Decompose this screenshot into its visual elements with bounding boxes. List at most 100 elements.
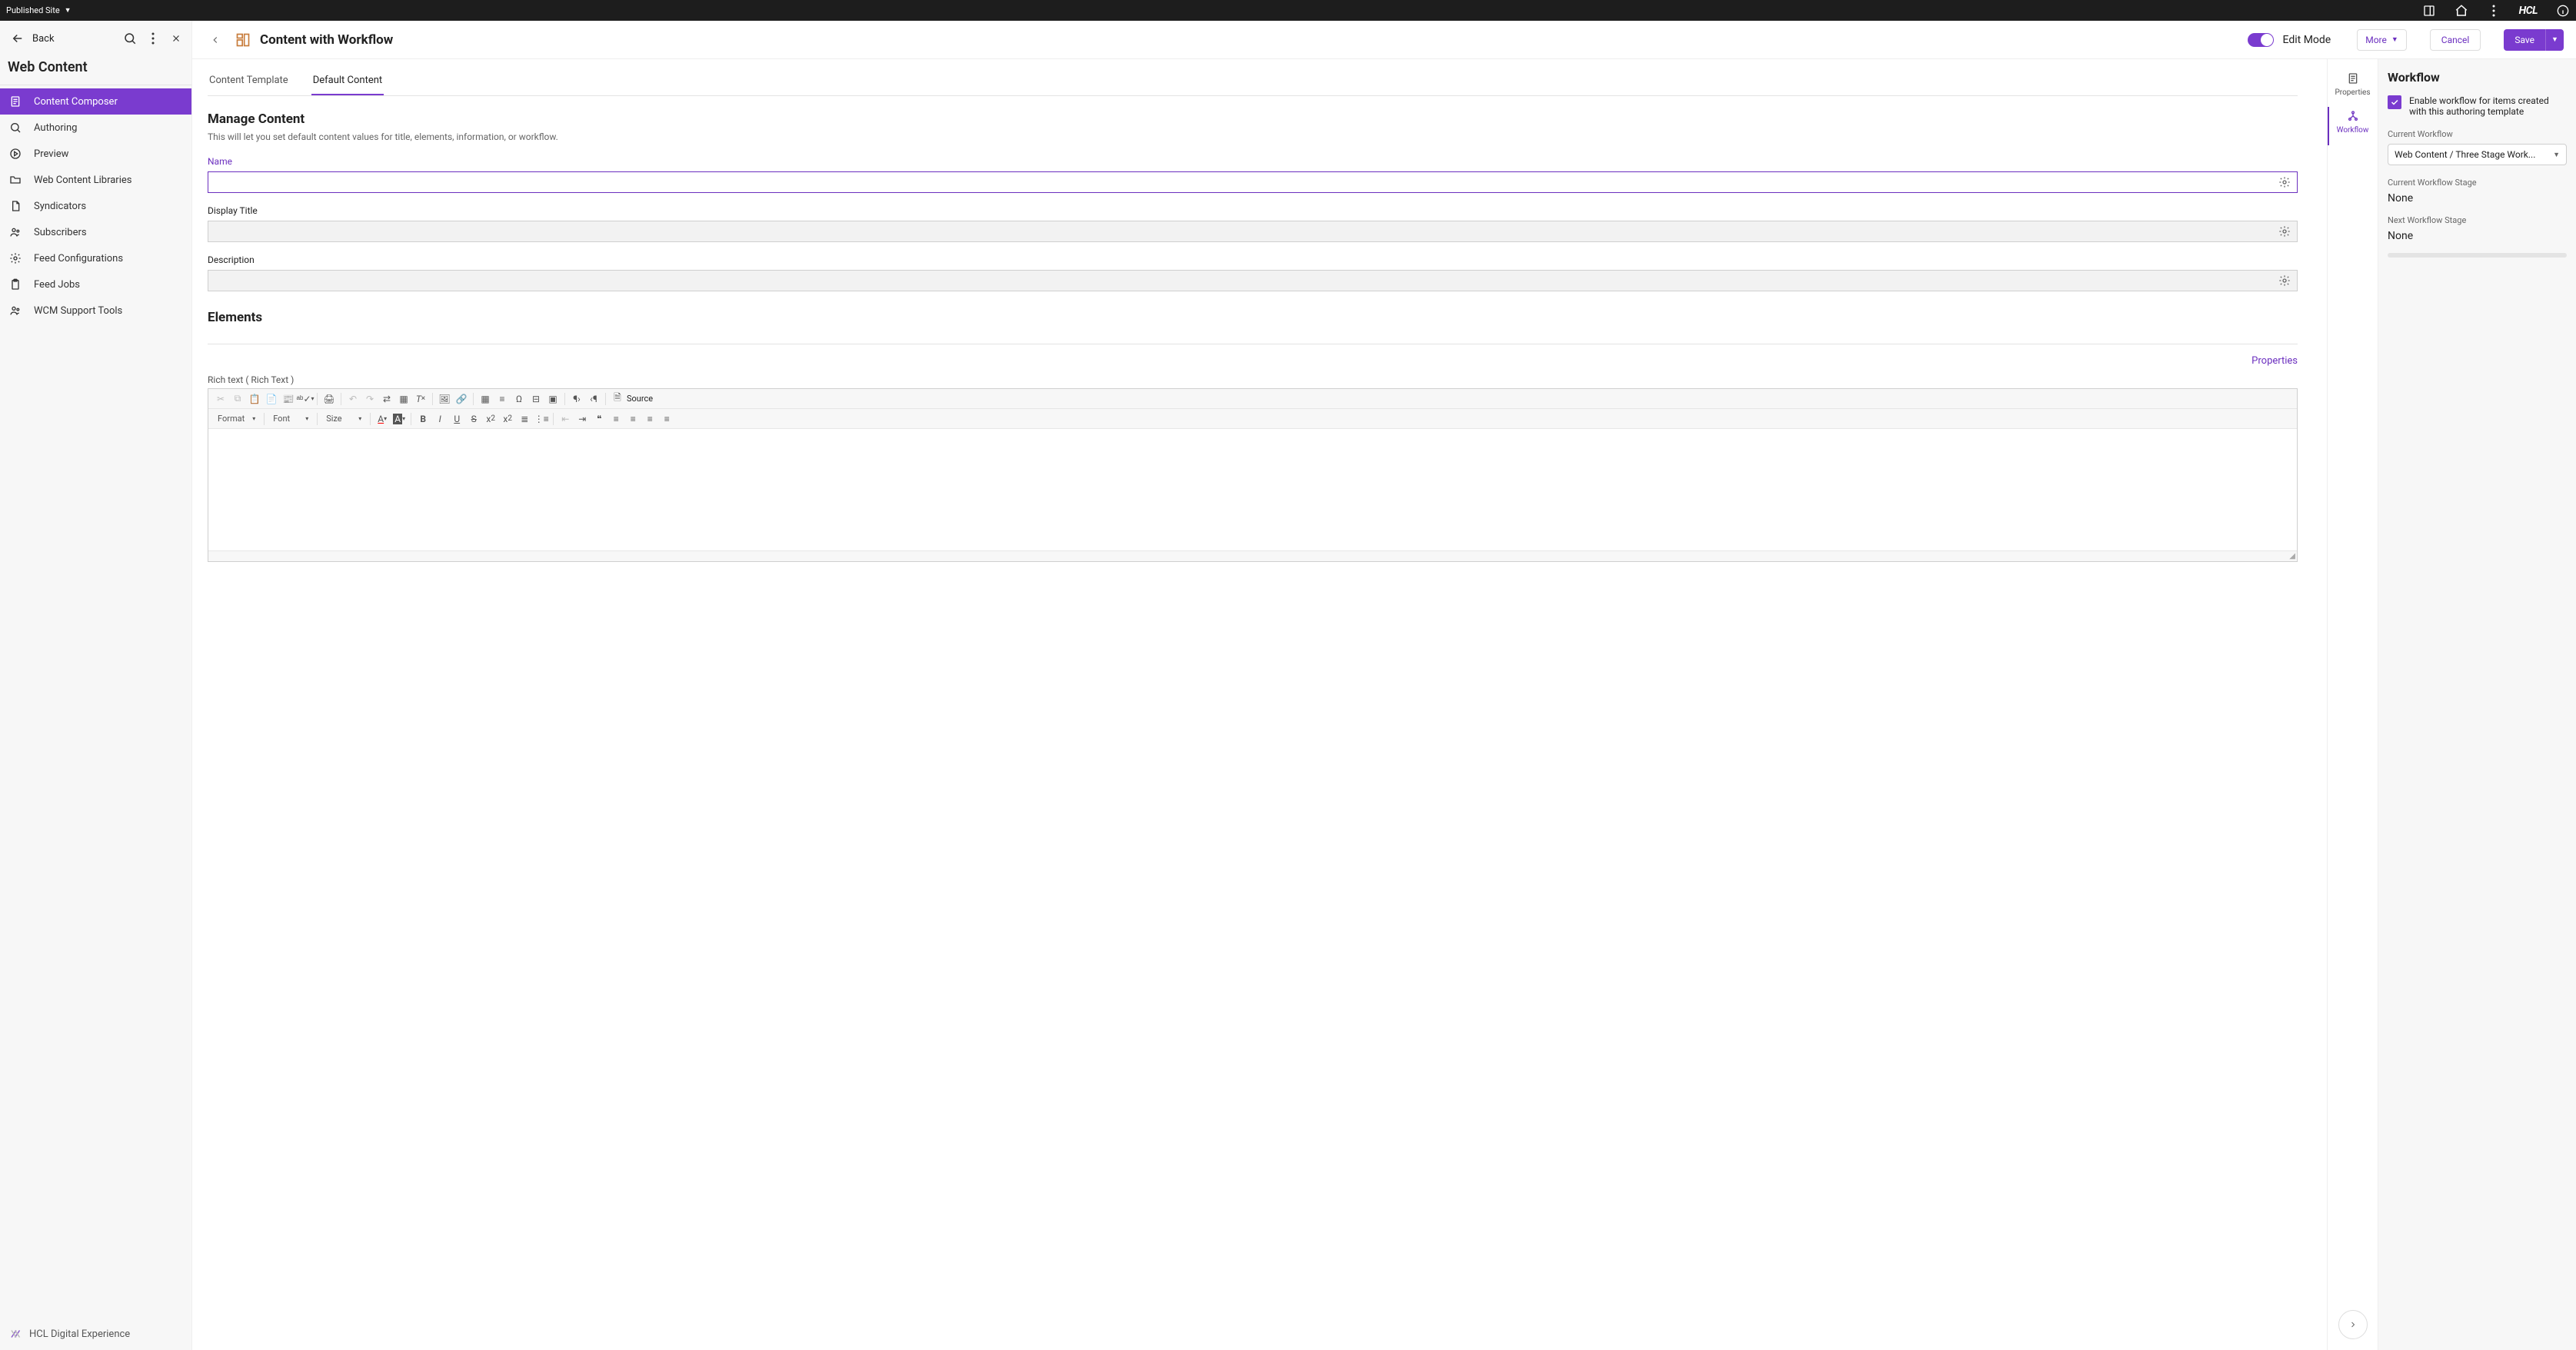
tab-label: Content Template (209, 75, 288, 86)
format-select[interactable]: Format▾ (213, 411, 260, 427)
indent-icon[interactable]: ⇥ (574, 411, 590, 427)
name-input[interactable] (213, 172, 2277, 192)
sidebar-item-feed-config[interactable]: Feed Configurations (0, 245, 191, 271)
outdent-icon[interactable]: ⇤ (557, 411, 573, 427)
chevron-down-icon: ▼ (2553, 151, 2560, 159)
ol-icon[interactable]: ≣ (517, 411, 532, 427)
name-settings-button[interactable] (2277, 175, 2292, 190)
richtext-editor: ✂ ⧉ 📋 📄 📰 ᵃᵇ✓▾ 🖨 ↶ ↷ ⇄ ▦ T× (208, 388, 2298, 562)
home-icon[interactable] (2455, 4, 2468, 18)
file-icon (8, 198, 23, 214)
folder-icon (8, 172, 23, 188)
workflow-heading: Workflow (2388, 70, 2567, 85)
select-all-icon[interactable]: ▦ (396, 391, 411, 407)
copy-icon[interactable]: ⧉ (230, 391, 245, 407)
align-right-icon[interactable]: ≡ (642, 411, 657, 427)
remove-format-icon[interactable]: T× (413, 391, 428, 407)
description-input[interactable] (213, 271, 2277, 291)
tab-content-template[interactable]: Content Template (208, 67, 290, 95)
sidebar-item-subscribers[interactable]: Subscribers (0, 219, 191, 245)
display-title-label: Display Title (208, 205, 2298, 216)
italic-icon[interactable]: I (432, 411, 448, 427)
size-select[interactable]: Size▾ (321, 411, 366, 427)
expand-panel-button[interactable] (2338, 1310, 2368, 1339)
tab-label: Default Content (313, 75, 382, 86)
iframe-icon[interactable]: ▣ (545, 391, 561, 407)
panel-icon[interactable] (2422, 4, 2436, 18)
cancel-button[interactable]: Cancel (2430, 29, 2481, 51)
description-settings-button[interactable] (2277, 273, 2292, 288)
search-icon[interactable] (122, 31, 138, 46)
sidebar-item-authoring[interactable]: Authoring (0, 115, 191, 141)
sidebar-item-support-tools[interactable]: WCM Support Tools (0, 298, 191, 324)
sidebar-item-syndicators[interactable]: Syndicators (0, 193, 191, 219)
font-select[interactable]: Font▾ (268, 411, 313, 427)
blockquote-icon[interactable]: ❝ (591, 411, 607, 427)
print-icon[interactable]: 🖨 (321, 391, 337, 407)
edit-mode-toggle[interactable] (2248, 33, 2274, 47)
more-vert-icon[interactable] (145, 31, 161, 46)
superscript-icon[interactable]: x2 (500, 411, 515, 427)
format-label: Format (218, 414, 245, 424)
underline-icon[interactable]: U (449, 411, 464, 427)
resize-grip-icon[interactable]: ◢ (2289, 552, 2295, 560)
back-button[interactable]: Back (11, 32, 55, 45)
save-button[interactable]: Save (2504, 29, 2545, 51)
element-properties-link[interactable]: Properties (208, 355, 2298, 367)
enable-workflow-checkbox[interactable] (2388, 95, 2401, 109)
ltr-icon[interactable]: ¶› (569, 391, 584, 407)
current-workflow-select[interactable]: Web Content / Three Stage Work... ▼ (2388, 144, 2567, 165)
midnav-workflow[interactable]: Workflow (2328, 103, 2378, 141)
image-icon[interactable]: 🖼 (437, 391, 452, 407)
undo-icon[interactable]: ↶ (345, 391, 361, 407)
rtl-icon[interactable]: ‹¶ (586, 391, 601, 407)
more-vert-icon[interactable] (2487, 4, 2501, 18)
sidebar-item-preview[interactable]: Preview (0, 141, 191, 167)
align-center-icon[interactable]: ≡ (625, 411, 641, 427)
more-button[interactable]: More ▼ (2357, 29, 2407, 51)
sidebar-item-libraries[interactable]: Web Content Libraries (0, 167, 191, 193)
sidebar-footer: HCL Digital Experience (0, 1318, 191, 1350)
textcolor-icon[interactable]: A▾ (374, 411, 390, 427)
sidebar-item-label: Web Content Libraries (34, 175, 131, 186)
info-icon[interactable] (2556, 4, 2570, 18)
spellcheck-icon[interactable]: ᵃᵇ✓▾ (298, 391, 313, 407)
pagebreak-icon[interactable]: ⊟ (528, 391, 544, 407)
published-site-selector[interactable]: Published Site ▼ (6, 5, 72, 15)
strike-icon[interactable]: S (466, 411, 481, 427)
bgcolor-icon[interactable]: A▾ (391, 411, 407, 427)
specialchar-icon[interactable]: Ω (511, 391, 527, 407)
close-icon[interactable] (168, 31, 184, 46)
source-icon[interactable]: 🗎 (610, 391, 625, 407)
save-dropdown-button[interactable]: ▼ (2545, 29, 2564, 51)
current-workflow-value: Web Content / Three Stage Work... (2395, 149, 2535, 160)
tab-default-content[interactable]: Default Content (311, 67, 384, 95)
align-justify-icon[interactable]: ≡ (659, 411, 674, 427)
find-replace-icon[interactable]: ⇄ (379, 391, 394, 407)
source-label: Source (627, 394, 653, 404)
sidebar-item-label: Feed Jobs (34, 279, 80, 291)
display-title-settings-button[interactable] (2277, 224, 2292, 239)
current-stage-value: None (2388, 192, 2567, 204)
subscript-icon[interactable]: x2 (483, 411, 498, 427)
align-left-icon[interactable]: ≡ (608, 411, 624, 427)
cut-icon[interactable]: ✂ (213, 391, 228, 407)
link-icon[interactable]: 🔗 (454, 391, 469, 407)
paste-icon[interactable]: 📋 (247, 391, 262, 407)
table-icon[interactable]: ▦ (478, 391, 493, 407)
page-back-button[interactable] (205, 29, 226, 51)
display-title-input[interactable] (213, 221, 2277, 241)
description-label: Description (208, 254, 2298, 265)
sidebar-item-content-composer[interactable]: Content Composer (0, 88, 191, 115)
ul-icon[interactable]: ⋮≡ (534, 411, 549, 427)
redo-icon[interactable]: ↷ (362, 391, 378, 407)
sidebar-item-feed-jobs[interactable]: Feed Jobs (0, 271, 191, 298)
paste-text-icon[interactable]: 📄 (264, 391, 279, 407)
paste-word-icon[interactable]: 📰 (281, 391, 296, 407)
hr-icon[interactable]: ≡ (494, 391, 510, 407)
more-label: More (2365, 35, 2387, 45)
bold-icon[interactable]: B (415, 411, 431, 427)
midnav-properties[interactable]: Properties (2328, 65, 2378, 103)
richtext-body[interactable] (208, 429, 2297, 550)
chevron-down-icon: ▼ (65, 6, 72, 15)
